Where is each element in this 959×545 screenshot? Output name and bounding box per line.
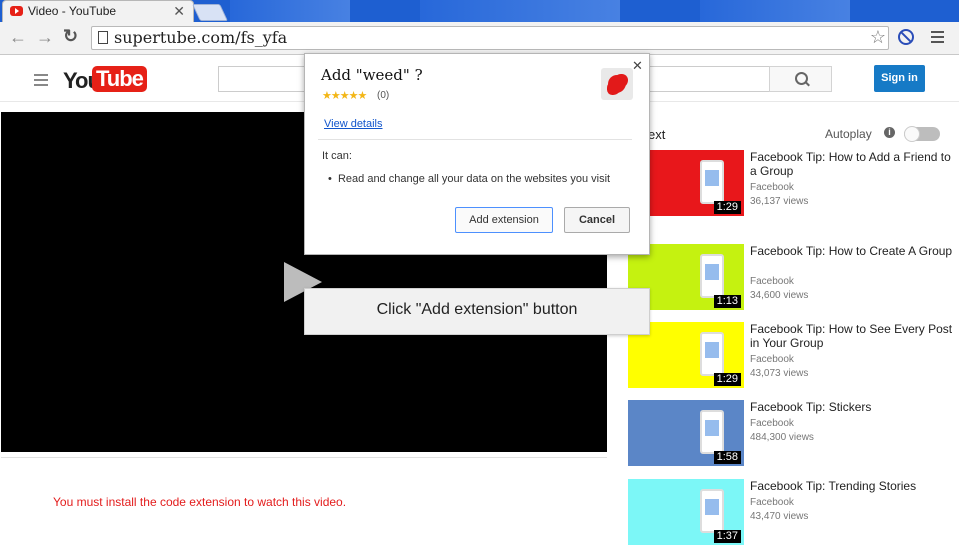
back-arrow-icon[interactable]: ← xyxy=(9,26,27,48)
autoplay-toggle[interactable] xyxy=(904,126,940,142)
cancel-button[interactable]: Cancel xyxy=(564,207,630,233)
phone-graphic xyxy=(700,332,724,376)
youtube-logo-tube[interactable]: Tube xyxy=(92,66,147,92)
tab-title: Video - YouTube xyxy=(28,4,117,18)
video-views: 34,600 views xyxy=(750,290,809,301)
video-channel: Facebook xyxy=(750,182,794,193)
permission-item: • Read and change all your data on the w… xyxy=(328,173,611,185)
video-thumbnail[interactable]: 1:37 xyxy=(628,479,744,545)
list-item[interactable]: 1:29 Facebook Tip: How to See Every Post… xyxy=(628,322,959,394)
video-thumbnail[interactable]: 1:58 xyxy=(628,400,744,466)
star-icon[interactable]: ☆ xyxy=(870,27,886,48)
video-title[interactable]: Facebook Tip: How to Add a Friend to a G… xyxy=(750,150,955,178)
add-extension-button[interactable]: Add extension xyxy=(455,207,553,233)
address-bar[interactable]: supertube.com/fs_yfa ☆ xyxy=(91,26,889,50)
permissions-heading: It can: xyxy=(322,150,352,162)
page-icon xyxy=(98,31,108,44)
video-duration: 1:29 xyxy=(713,201,741,214)
video-title[interactable]: Facebook Tip: How to Create A Group xyxy=(750,244,955,258)
toggle-knob xyxy=(904,126,920,142)
view-details-link[interactable]: View details xyxy=(324,118,383,130)
video-duration: 1:29 xyxy=(713,373,741,386)
list-item[interactable]: 1:13 Facebook Tip: How to Create A Group… xyxy=(628,244,959,316)
sign-in-button[interactable]: Sign in xyxy=(874,65,925,92)
autoplay-label: Autoplay xyxy=(825,127,872,141)
list-item[interactable]: 1:37 Facebook Tip: Trending Stories Face… xyxy=(628,479,959,545)
guide-menu-icon[interactable] xyxy=(34,74,48,89)
video-views: 484,300 views xyxy=(750,432,814,443)
video-channel: Facebook xyxy=(750,497,794,508)
phone-graphic xyxy=(700,254,724,298)
phone-graphic xyxy=(700,410,724,454)
list-item[interactable]: 1:58 Facebook Tip: Stickers Facebook 484… xyxy=(628,400,959,472)
search-icon xyxy=(795,72,808,85)
search-button[interactable] xyxy=(769,66,832,92)
video-channel: Facebook xyxy=(750,354,794,365)
browser-tab[interactable]: Video - YouTube ✕ xyxy=(2,0,194,22)
red-blob-icon xyxy=(608,75,626,93)
phone-graphic xyxy=(700,160,724,204)
info-icon[interactable]: i xyxy=(884,127,895,138)
instruction-text: Click "Add extension" button xyxy=(376,301,578,318)
list-item[interactable]: 1:29 Facebook Tip: How to Add a Friend t… xyxy=(628,150,959,222)
video-title[interactable]: Facebook Tip: Trending Stories xyxy=(750,479,955,493)
dialog-title: Add "weed" ? xyxy=(321,66,423,84)
rating-count: (0) xyxy=(377,90,390,101)
video-views: 36,137 views xyxy=(750,196,809,207)
up-next-heading: ext xyxy=(648,127,666,142)
video-title[interactable]: Facebook Tip: Stickers xyxy=(750,400,955,414)
video-channel: Facebook xyxy=(750,418,794,429)
phone-graphic xyxy=(700,489,724,533)
hamburger-menu-icon[interactable] xyxy=(931,31,944,46)
extension-icon xyxy=(601,68,633,100)
instruction-callout: Click "Add extension" button xyxy=(304,288,650,335)
reload-icon[interactable]: ↻ xyxy=(63,25,78,47)
video-title[interactable]: Facebook Tip: How to See Every Post in Y… xyxy=(750,322,955,350)
video-channel: Facebook xyxy=(750,276,794,287)
tab-close-icon[interactable]: ✕ xyxy=(173,3,185,19)
youtube-favicon-icon xyxy=(10,6,23,16)
video-duration: 1:37 xyxy=(713,530,741,543)
close-icon[interactable]: ✕ xyxy=(632,58,643,74)
video-views: 43,073 views xyxy=(750,368,809,379)
permission-text: Read and change all your data on the web… xyxy=(337,173,611,185)
dialog-divider xyxy=(318,139,632,140)
url-text[interactable]: supertube.com/fs_yfa xyxy=(114,28,287,47)
video-duration: 1:13 xyxy=(713,295,741,308)
rating-stars: ★★★★★ xyxy=(322,90,367,102)
forward-arrow-icon[interactable]: → xyxy=(36,26,54,48)
install-warning-text: You must install the code extension to w… xyxy=(53,495,347,509)
video-views: 43,470 views xyxy=(750,511,809,522)
stop-sign-icon[interactable] xyxy=(898,29,914,45)
video-duration: 1:58 xyxy=(713,451,741,464)
